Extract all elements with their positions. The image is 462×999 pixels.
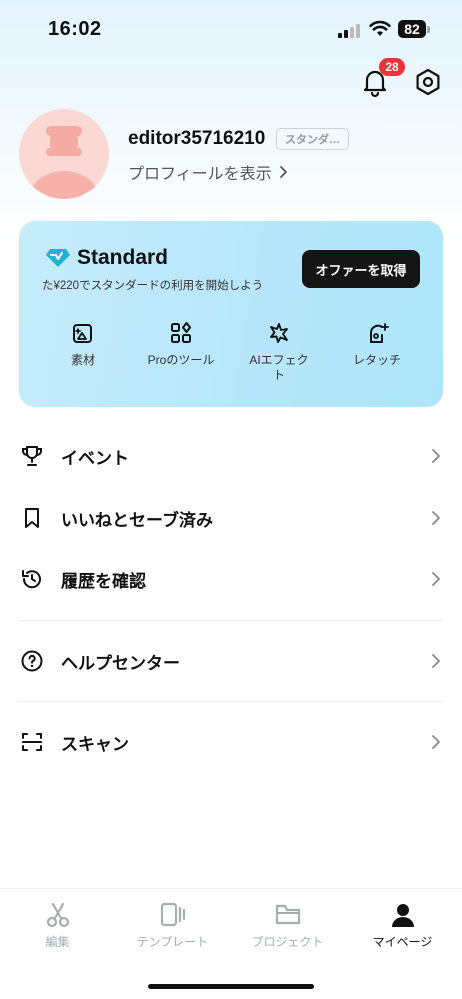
settings-hexagon-icon[interactable] [413,67,443,97]
feature-ai-effect[interactable]: AIエフェクト [229,321,329,383]
battery-indicator: 82 [398,20,426,38]
view-profile-label: プロフィールを表示 [128,166,272,183]
wifi-icon [369,20,391,36]
nav-templates[interactable]: テンプレート [115,901,230,950]
avatar[interactable] [19,109,109,199]
nav-edit[interactable]: 編集 [0,901,115,950]
divider [19,701,443,702]
nav-label: プロジェクト [251,935,324,949]
chevron-right-icon [432,572,440,586]
cellular-signal-icon [338,22,360,38]
feature-label: AIエフェクト [249,353,309,382]
menu-item-label: いいねとセーブ済み [61,510,213,530]
standard-logo: Standard [45,246,168,270]
menu-item-scan[interactable]: スキャン [19,722,443,762]
feature-pro-tools[interactable]: Proのツール [131,321,231,368]
get-offer-button[interactable]: オファーを取得 [302,250,420,288]
nav-my-page[interactable]: マイページ [345,901,460,950]
feature-retouch[interactable]: レタッチ [327,321,427,368]
menu-item-label: スキャン [61,734,129,754]
avatar-placeholder-icon [30,126,98,199]
status-time: 16:02 [48,18,102,40]
bookmark-icon [25,508,39,528]
battery-tip [427,26,430,33]
help-icon [21,650,43,672]
nav-label: マイページ [372,935,433,949]
feature-label: 素材 [70,353,95,367]
chevron-right-icon [432,449,440,463]
menu-item-history[interactable]: 履歴を確認 [19,559,443,599]
notification-badge: 28 [379,58,405,76]
chevron-right-icon [432,511,440,525]
home-indicator [148,984,314,989]
tools-grid-icon [171,322,191,343]
scissors-icon [46,902,69,928]
template-icon [160,902,185,927]
diamond-icon [46,249,70,267]
nav-label: テンプレート [136,935,209,949]
username: editor35716210 [128,128,266,149]
folder-icon [275,904,300,925]
menu-item-label: ヘルプセンター [61,653,180,673]
divider [19,620,443,621]
scan-icon [22,733,42,751]
standard-subtitle: た¥220でスタンダードの利用を開始しよう [42,280,264,292]
view-profile-link[interactable]: プロフィールを表示 [128,160,288,184]
standard-title: Standard [77,246,169,269]
menu-item-help-center[interactable]: ヘルプセンター [19,641,443,681]
menu-item-label: イベント [61,448,129,468]
history-icon [22,570,41,589]
chevron-right-icon [279,166,287,178]
retouch-face-icon [370,323,389,343]
menu-item-events[interactable]: イベント [19,436,443,476]
chevron-right-icon [432,654,440,668]
menu-item-label: 履歴を確認 [61,571,146,591]
nav-label: 編集 [45,935,70,949]
ai-effect-icon [270,323,288,343]
feature-label: レタッチ [352,353,401,367]
image-sparkle-icon [73,324,92,343]
standard-upsell-card[interactable]: Standard た¥220でスタンダードの利用を開始しよう オファーを取得 素… [19,221,443,407]
chevron-right-icon [432,735,440,749]
plan-badge: スタンダ… [276,128,349,150]
bottom-nav: 編集 テンプレート プロジェクト マイページ [0,888,462,999]
trophy-icon [22,446,42,466]
menu-item-likes-saved[interactable]: いいねとセーブ済み [19,498,443,538]
nav-projects[interactable]: プロジェクト [230,901,345,950]
person-icon [391,904,414,927]
feature-materials[interactable]: 素材 [33,321,133,368]
feature-label: Proのツール [147,353,215,367]
